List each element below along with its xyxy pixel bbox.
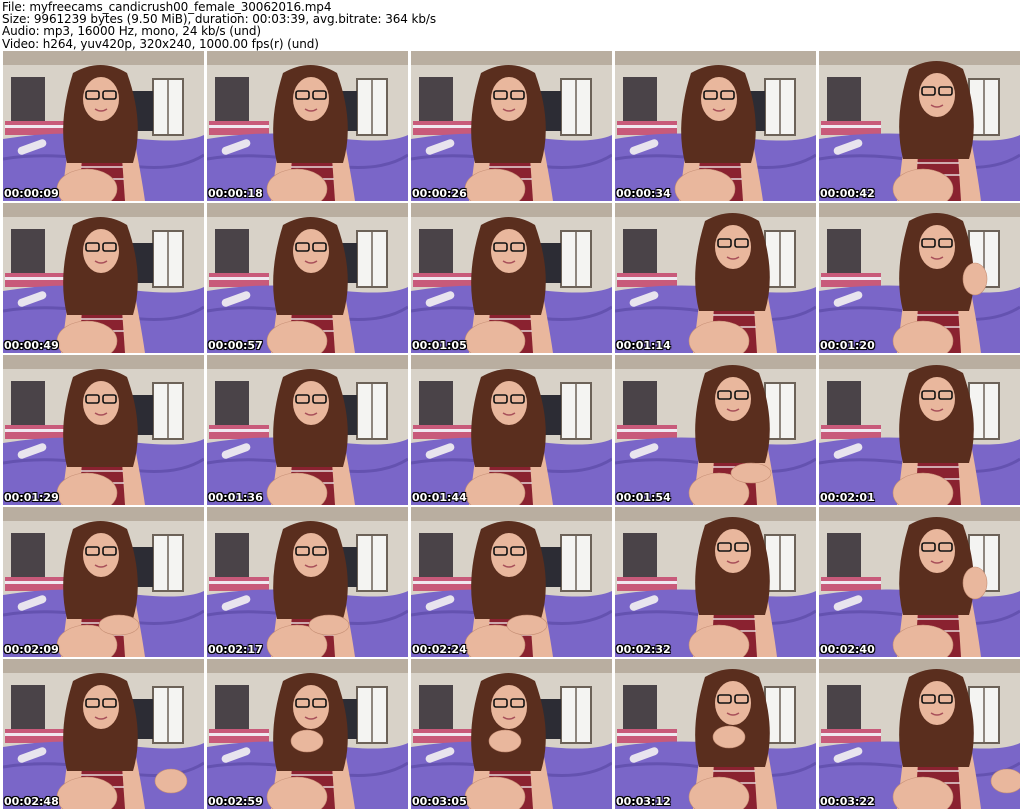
video-info: Video: h264, yuv420p, 320x240, 1000.00 f… [2, 36, 319, 51]
frame-timestamp: 00:01:20 [820, 339, 875, 352]
file-info-header: File: myfreecams_candicrush00_female_300… [0, 0, 1024, 50]
frame-scene [615, 659, 816, 809]
thumbnail-frame[interactable]: 00:00:42 [819, 51, 1020, 201]
frame-scene [207, 659, 408, 809]
frame-timestamp: 00:01:14 [616, 339, 671, 352]
frame-timestamp: 00:00:26 [412, 187, 467, 200]
frame-scene [615, 355, 816, 505]
frame-scene [3, 659, 204, 809]
thumbnail-frame[interactable]: 00:00:57 [207, 203, 408, 353]
frame-timestamp: 00:00:09 [4, 187, 59, 200]
thumbnail-frame[interactable]: 00:00:26 [411, 51, 612, 201]
frame-scene [207, 51, 408, 201]
frame-timestamp: 00:03:05 [412, 795, 467, 808]
frame-timestamp: 00:00:18 [208, 187, 263, 200]
thumbnail-frame[interactable]: 00:02:09 [3, 507, 204, 657]
frame-scene [819, 203, 1020, 353]
frame-timestamp: 00:01:29 [4, 491, 59, 504]
frame-timestamp: 00:01:54 [616, 491, 671, 504]
thumbnail-frame[interactable]: 00:01:54 [615, 355, 816, 505]
thumbnail-frame[interactable]: 00:02:40 [819, 507, 1020, 657]
thumbnail-frame[interactable]: 00:03:05 [411, 659, 612, 809]
frame-scene [819, 507, 1020, 657]
frame-scene [207, 203, 408, 353]
thumbnail-frame[interactable]: 00:01:44 [411, 355, 612, 505]
thumbnail-frame[interactable]: 00:00:49 [3, 203, 204, 353]
frame-scene [819, 355, 1020, 505]
frame-timestamp: 00:02:48 [4, 795, 59, 808]
thumbnail-frame[interactable]: 00:02:01 [819, 355, 1020, 505]
frame-scene [411, 203, 612, 353]
thumbnail-frame[interactable]: 00:01:29 [3, 355, 204, 505]
frame-scene [207, 355, 408, 505]
thumbnail-frame[interactable]: 00:03:12 [615, 659, 816, 809]
frame-scene [207, 507, 408, 657]
thumbnail-frame[interactable]: 00:03:22 [819, 659, 1020, 809]
frame-timestamp: 00:02:40 [820, 643, 875, 656]
thumbnail-frame[interactable]: 00:01:36 [207, 355, 408, 505]
frame-scene [3, 203, 204, 353]
thumbnail-frame[interactable]: 00:00:18 [207, 51, 408, 201]
thumbnail-frame[interactable]: 00:00:34 [615, 51, 816, 201]
frame-scene [819, 51, 1020, 201]
frame-scene [3, 51, 204, 201]
frame-timestamp: 00:02:01 [820, 491, 875, 504]
frame-scene [411, 51, 612, 201]
frame-timestamp: 00:00:49 [4, 339, 59, 352]
thumbnail-frame[interactable]: 00:02:24 [411, 507, 612, 657]
frame-timestamp: 00:01:44 [412, 491, 467, 504]
thumbnail-frame[interactable]: 00:01:14 [615, 203, 816, 353]
thumbnail-grid: 00:00:09 00:00:18 00:00:26 00:00:34 00:0… [3, 51, 1024, 811]
frame-timestamp: 00:02:17 [208, 643, 263, 656]
frame-timestamp: 00:02:59 [208, 795, 263, 808]
frame-timestamp: 00:02:24 [412, 643, 467, 656]
frame-scene [411, 659, 612, 809]
thumbnail-frame[interactable]: 00:00:09 [3, 51, 204, 201]
thumbnail-frame[interactable]: 00:01:05 [411, 203, 612, 353]
frame-timestamp: 00:02:32 [616, 643, 671, 656]
thumbnail-frame[interactable]: 00:02:59 [207, 659, 408, 809]
thumbnail-frame[interactable]: 00:01:20 [819, 203, 1020, 353]
frame-scene [3, 507, 204, 657]
audio-info: Audio: mp3, 16000 Hz, mono, 24 kb/s (und… [2, 24, 261, 39]
frame-timestamp: 00:03:22 [820, 795, 875, 808]
thumbnail-frame[interactable]: 00:02:48 [3, 659, 204, 809]
frame-scene [3, 355, 204, 505]
thumbnail-frame[interactable]: 00:02:17 [207, 507, 408, 657]
frame-scene [615, 203, 816, 353]
thumbnail-frame[interactable]: 00:02:32 [615, 507, 816, 657]
frame-timestamp: 00:02:09 [4, 643, 59, 656]
frame-scene [615, 507, 816, 657]
frame-timestamp: 00:03:12 [616, 795, 671, 808]
frame-timestamp: 00:00:42 [820, 187, 875, 200]
frame-scene [819, 659, 1020, 809]
frame-scene [615, 51, 816, 201]
frame-timestamp: 00:01:05 [412, 339, 467, 352]
frame-timestamp: 00:01:36 [208, 491, 263, 504]
frame-scene [411, 507, 612, 657]
frame-timestamp: 00:00:34 [616, 187, 671, 200]
frame-timestamp: 00:00:57 [208, 339, 263, 352]
frame-scene [411, 355, 612, 505]
